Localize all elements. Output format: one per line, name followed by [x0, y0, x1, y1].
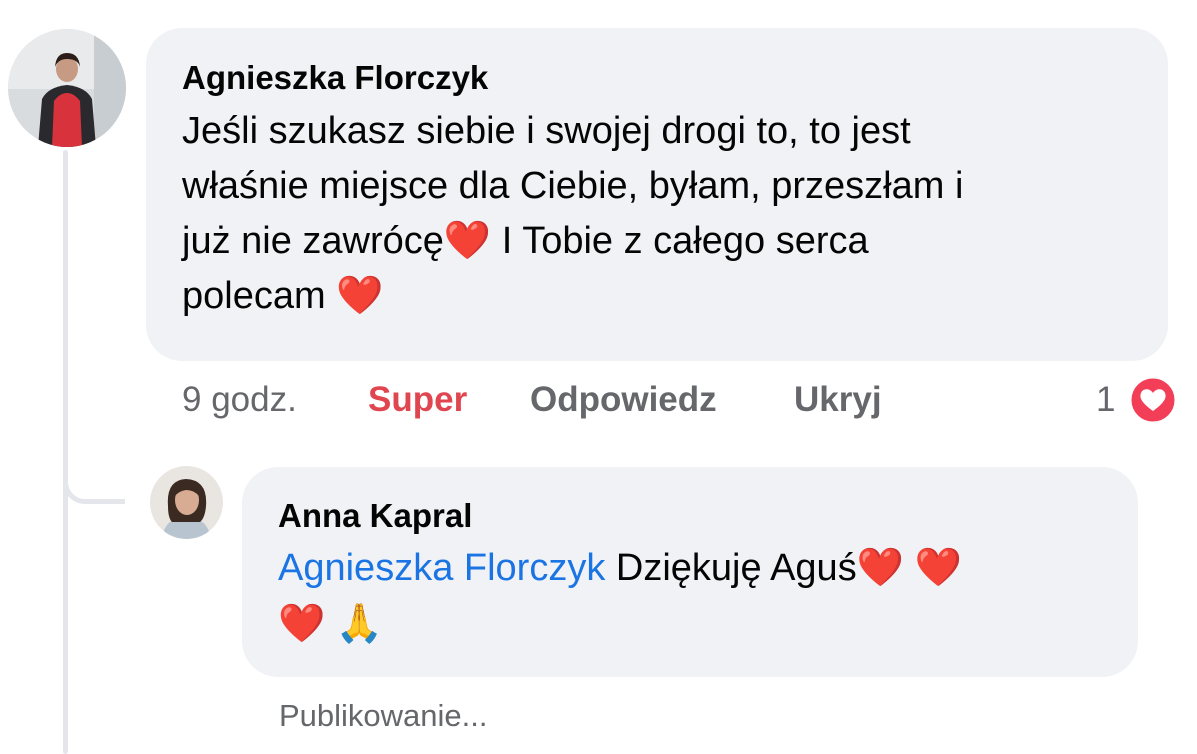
comment-text: Jeśli szukasz siebie i swojej drogi to, … [182, 104, 1132, 324]
avatar[interactable] [150, 466, 223, 539]
comment-timestamp[interactable]: 9 godz. [182, 378, 297, 422]
avatar[interactable] [8, 29, 126, 147]
reply-text-line: ❤️ 🙏 [278, 603, 384, 645]
comment-author[interactable]: Agnieszka Florczyk [182, 58, 1132, 98]
profile-photo-icon [150, 466, 223, 539]
reply-author[interactable]: Anna Kapral [278, 496, 1102, 536]
publishing-status: Publikowanie... [279, 698, 488, 733]
profile-photo-icon [8, 29, 126, 147]
mention-link[interactable]: Agnieszka Florczyk [278, 547, 605, 589]
reaction-count[interactable]: 1 [1096, 378, 1115, 422]
reply-text: Agnieszka Florczyk Dziękuję Aguś❤️ ❤️ ❤️… [278, 540, 1102, 652]
reply-bubble: Anna Kapral Agnieszka Florczyk Dziękuję … [242, 467, 1138, 677]
comment-text-line: Jeśli szukasz siebie i swojej drogi to, … [182, 110, 911, 152]
hide-button[interactable]: Ukryj [794, 378, 882, 422]
comment-bubble: Agnieszka Florczyk Jeśli szukasz siebie … [146, 28, 1168, 361]
comment-text-line: właśnie miejsce dla Ciebie, byłam, przes… [182, 165, 964, 207]
comment-text-line: już nie zawrócę❤️ I Tobie z całego serca [182, 220, 869, 262]
reply-button[interactable]: Odpowiedz [530, 378, 717, 422]
comment-text-line: polecam ❤️ [182, 275, 384, 317]
thread-connector [63, 430, 125, 504]
reply-text-fragment: Dziękuję Aguś❤️ ❤️ [605, 547, 962, 589]
love-reaction-icon[interactable] [1128, 375, 1178, 425]
super-reaction-button[interactable]: Super [368, 378, 467, 422]
reply-text-line: Agnieszka Florczyk Dziękuję Aguś❤️ ❤️ [278, 540, 1102, 596]
